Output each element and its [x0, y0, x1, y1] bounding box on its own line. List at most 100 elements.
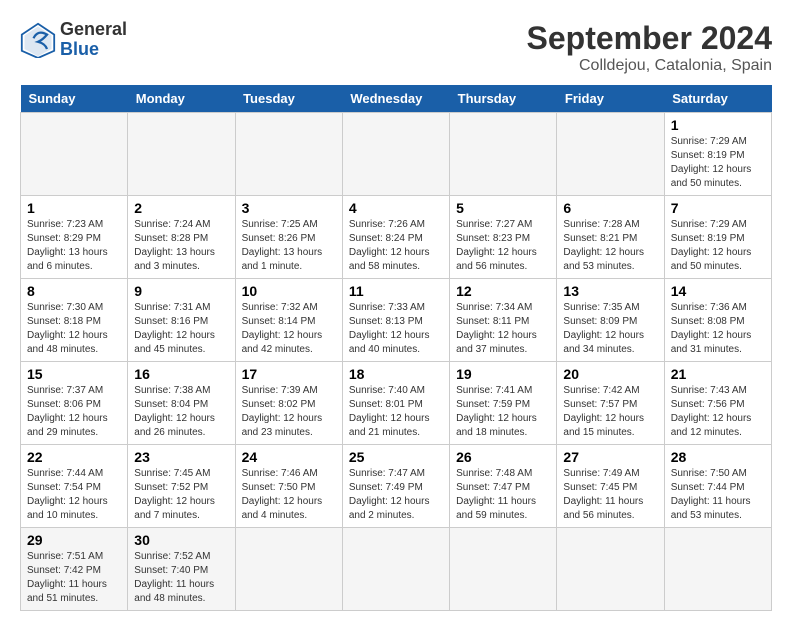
day-info: Sunrise: 7:31 AMSunset: 8:16 PMDaylight:…	[134, 302, 215, 355]
day-number: 15	[27, 366, 121, 382]
day-number: 8	[27, 283, 121, 299]
day-number: 22	[27, 449, 121, 465]
calendar-cell: 17 Sunrise: 7:39 AMSunset: 8:02 PMDaylig…	[235, 362, 342, 445]
calendar-cell: 20 Sunrise: 7:42 AMSunset: 7:57 PMDaylig…	[557, 362, 664, 445]
day-info: Sunrise: 7:50 AMSunset: 7:44 PMDaylight:…	[671, 468, 751, 521]
day-info: Sunrise: 7:47 AMSunset: 7:49 PMDaylight:…	[349, 468, 430, 521]
day-info: Sunrise: 7:44 AMSunset: 7:54 PMDaylight:…	[27, 468, 108, 521]
day-info: Sunrise: 7:42 AMSunset: 7:57 PMDaylight:…	[563, 385, 644, 438]
day-info: Sunrise: 7:24 AMSunset: 8:28 PMDaylight:…	[134, 219, 215, 272]
day-info: Sunrise: 7:28 AMSunset: 8:21 PMDaylight:…	[563, 219, 644, 272]
column-header-thursday: Thursday	[450, 85, 557, 113]
calendar-cell: 14 Sunrise: 7:36 AMSunset: 8:08 PMDaylig…	[664, 279, 771, 362]
day-number: 9	[134, 283, 228, 299]
day-info: Sunrise: 7:29 AMSunset: 8:19 PMDaylight:…	[671, 219, 752, 272]
column-header-saturday: Saturday	[664, 85, 771, 113]
day-number: 10	[242, 283, 336, 299]
day-number: 6	[563, 200, 657, 216]
logo: General Blue	[20, 20, 127, 60]
day-number: 23	[134, 449, 228, 465]
calendar-cell: 10 Sunrise: 7:32 AMSunset: 8:14 PMDaylig…	[235, 279, 342, 362]
calendar-week-row: 22 Sunrise: 7:44 AMSunset: 7:54 PMDaylig…	[21, 445, 772, 528]
day-info: Sunrise: 7:52 AMSunset: 7:40 PMDaylight:…	[134, 551, 214, 604]
day-info: Sunrise: 7:39 AMSunset: 8:02 PMDaylight:…	[242, 385, 323, 438]
day-info: Sunrise: 7:26 AMSunset: 8:24 PMDaylight:…	[349, 219, 430, 272]
day-number: 17	[242, 366, 336, 382]
day-number: 21	[671, 366, 765, 382]
calendar-week-row: 8 Sunrise: 7:30 AMSunset: 8:18 PMDayligh…	[21, 279, 772, 362]
calendar-cell: 22 Sunrise: 7:44 AMSunset: 7:54 PMDaylig…	[21, 445, 128, 528]
day-info: Sunrise: 7:45 AMSunset: 7:52 PMDaylight:…	[134, 468, 215, 521]
month-title: September 2024	[527, 20, 772, 57]
calendar-cell: 23 Sunrise: 7:45 AMSunset: 7:52 PMDaylig…	[128, 445, 235, 528]
day-number: 1	[671, 117, 765, 133]
day-info: Sunrise: 7:48 AMSunset: 7:47 PMDaylight:…	[456, 468, 536, 521]
column-header-sunday: Sunday	[21, 85, 128, 113]
day-number: 2	[134, 200, 228, 216]
calendar-cell	[557, 113, 664, 196]
calendar-cell	[235, 528, 342, 611]
calendar-cell: 1 Sunrise: 7:29 AMSunset: 8:19 PMDayligh…	[664, 113, 771, 196]
calendar-cell: 24 Sunrise: 7:46 AMSunset: 7:50 PMDaylig…	[235, 445, 342, 528]
calendar-week-row: 1 Sunrise: 7:29 AMSunset: 8:19 PMDayligh…	[21, 113, 772, 196]
calendar-cell: 11 Sunrise: 7:33 AMSunset: 8:13 PMDaylig…	[342, 279, 449, 362]
calendar-cell	[557, 528, 664, 611]
calendar-cell: 2 Sunrise: 7:24 AMSunset: 8:28 PMDayligh…	[128, 196, 235, 279]
day-number: 14	[671, 283, 765, 299]
calendar-cell: 21 Sunrise: 7:43 AMSunset: 7:56 PMDaylig…	[664, 362, 771, 445]
day-number: 7	[671, 200, 765, 216]
day-number: 29	[27, 532, 121, 548]
day-number: 5	[456, 200, 550, 216]
calendar-cell: 29 Sunrise: 7:51 AMSunset: 7:42 PMDaylig…	[21, 528, 128, 611]
day-number: 16	[134, 366, 228, 382]
day-number: 28	[671, 449, 765, 465]
calendar-cell	[342, 528, 449, 611]
calendar-cell: 27 Sunrise: 7:49 AMSunset: 7:45 PMDaylig…	[557, 445, 664, 528]
calendar-cell: 26 Sunrise: 7:48 AMSunset: 7:47 PMDaylig…	[450, 445, 557, 528]
day-info: Sunrise: 7:30 AMSunset: 8:18 PMDaylight:…	[27, 302, 108, 355]
calendar-table: SundayMondayTuesdayWednesdayThursdayFrid…	[20, 85, 772, 611]
day-number: 24	[242, 449, 336, 465]
calendar-cell: 25 Sunrise: 7:47 AMSunset: 7:49 PMDaylig…	[342, 445, 449, 528]
calendar-cell: 12 Sunrise: 7:34 AMSunset: 8:11 PMDaylig…	[450, 279, 557, 362]
calendar-cell	[450, 528, 557, 611]
calendar-cell: 30 Sunrise: 7:52 AMSunset: 7:40 PMDaylig…	[128, 528, 235, 611]
column-header-friday: Friday	[557, 85, 664, 113]
calendar-cell: 6 Sunrise: 7:28 AMSunset: 8:21 PMDayligh…	[557, 196, 664, 279]
calendar-cell	[21, 113, 128, 196]
calendar-week-row: 15 Sunrise: 7:37 AMSunset: 8:06 PMDaylig…	[21, 362, 772, 445]
day-number: 4	[349, 200, 443, 216]
calendar-cell	[342, 113, 449, 196]
calendar-cell: 15 Sunrise: 7:37 AMSunset: 8:06 PMDaylig…	[21, 362, 128, 445]
day-number: 19	[456, 366, 550, 382]
day-number: 12	[456, 283, 550, 299]
calendar-cell	[664, 528, 771, 611]
day-info: Sunrise: 7:36 AMSunset: 8:08 PMDaylight:…	[671, 302, 752, 355]
day-number: 26	[456, 449, 550, 465]
calendar-cell: 28 Sunrise: 7:50 AMSunset: 7:44 PMDaylig…	[664, 445, 771, 528]
calendar-header-row: SundayMondayTuesdayWednesdayThursdayFrid…	[21, 85, 772, 113]
location-title: Colldejou, Catalonia, Spain	[527, 57, 772, 75]
day-info: Sunrise: 7:32 AMSunset: 8:14 PMDaylight:…	[242, 302, 323, 355]
day-number: 20	[563, 366, 657, 382]
calendar-cell: 3 Sunrise: 7:25 AMSunset: 8:26 PMDayligh…	[235, 196, 342, 279]
column-header-monday: Monday	[128, 85, 235, 113]
day-number: 27	[563, 449, 657, 465]
day-number: 13	[563, 283, 657, 299]
day-info: Sunrise: 7:43 AMSunset: 7:56 PMDaylight:…	[671, 385, 752, 438]
calendar-cell: 1 Sunrise: 7:23 AMSunset: 8:29 PMDayligh…	[21, 196, 128, 279]
day-number: 30	[134, 532, 228, 548]
day-number: 1	[27, 200, 121, 216]
day-info: Sunrise: 7:34 AMSunset: 8:11 PMDaylight:…	[456, 302, 537, 355]
calendar-cell	[128, 113, 235, 196]
column-header-tuesday: Tuesday	[235, 85, 342, 113]
calendar-cell: 8 Sunrise: 7:30 AMSunset: 8:18 PMDayligh…	[21, 279, 128, 362]
calendar-cell	[235, 113, 342, 196]
day-info: Sunrise: 7:33 AMSunset: 8:13 PMDaylight:…	[349, 302, 430, 355]
logo-text: General Blue	[60, 20, 127, 60]
page-header: General Blue September 2024 Colldejou, C…	[20, 20, 772, 75]
calendar-week-row: 1 Sunrise: 7:23 AMSunset: 8:29 PMDayligh…	[21, 196, 772, 279]
day-number: 18	[349, 366, 443, 382]
day-info: Sunrise: 7:38 AMSunset: 8:04 PMDaylight:…	[134, 385, 215, 438]
calendar-cell: 18 Sunrise: 7:40 AMSunset: 8:01 PMDaylig…	[342, 362, 449, 445]
